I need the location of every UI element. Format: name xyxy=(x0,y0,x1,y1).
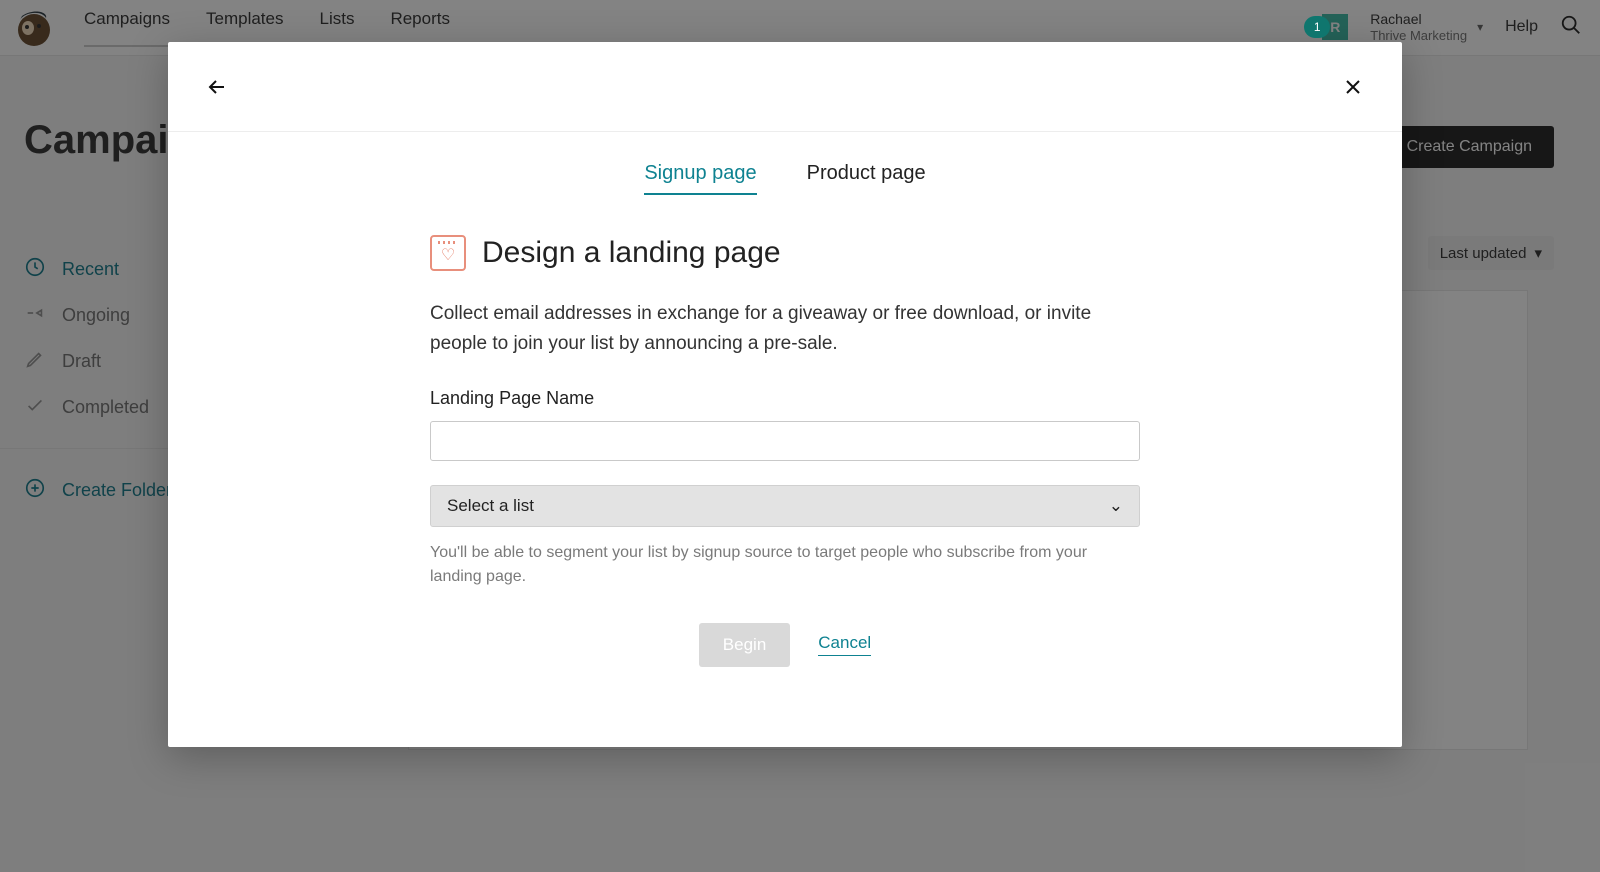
select-list-dropdown[interactable]: Select a list ⌄ xyxy=(430,485,1140,527)
back-button[interactable] xyxy=(200,70,234,104)
modal-heading: Design a landing page xyxy=(482,236,781,270)
landing-page-modal: Signup page Product page ♡ Design a land… xyxy=(168,42,1402,747)
begin-button: Begin xyxy=(699,623,790,667)
select-list-helper: You'll be able to segment your list by s… xyxy=(430,541,1140,589)
name-field-label: Landing Page Name xyxy=(430,388,1140,409)
chevron-down-icon: ⌄ xyxy=(1109,496,1123,516)
landing-page-name-input[interactable] xyxy=(430,421,1140,461)
cancel-link[interactable]: Cancel xyxy=(818,633,871,656)
notification-count: 1 xyxy=(1304,16,1330,38)
modal-description: Collect email addresses in exchange for … xyxy=(430,299,1140,360)
select-list-placeholder: Select a list xyxy=(447,496,534,516)
landing-page-icon: ♡ xyxy=(430,235,466,271)
tab-product-page[interactable]: Product page xyxy=(807,162,926,195)
modal-tabs: Signup page Product page xyxy=(168,132,1402,205)
close-button[interactable] xyxy=(1336,70,1370,104)
tab-signup-page[interactable]: Signup page xyxy=(644,162,756,195)
